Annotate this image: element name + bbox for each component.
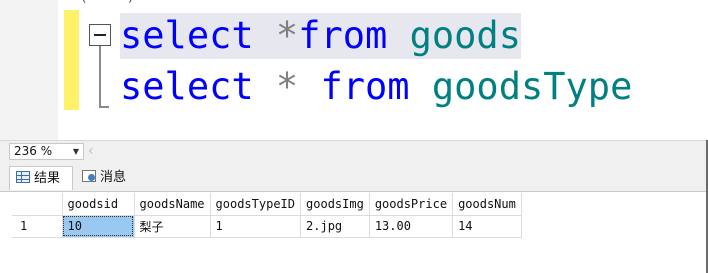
table-cell[interactable]: 1 [210, 215, 302, 238]
table-row[interactable]: 1 10 梨子 1 2.jpg 13.00 14 [12, 215, 522, 238]
table-cell[interactable]: 14 [452, 215, 522, 238]
grid-corner[interactable] [12, 193, 63, 216]
results-tab-strip: 结果 消息 [0, 163, 708, 192]
table-cell[interactable]: 13.00 [369, 215, 454, 238]
tab-results-label: 结果 [34, 171, 61, 186]
unsaved-change-bar [64, 10, 79, 110]
scroll-left-icon[interactable]: ‹ [88, 142, 94, 160]
zoom-value: 236 % [14, 144, 53, 158]
column-header[interactable]: goodsName [134, 193, 211, 216]
operator: * [253, 65, 321, 108]
tab-messages[interactable]: 消息 [78, 166, 138, 190]
table-cell[interactable]: 2.jpg [300, 215, 370, 238]
column-header[interactable]: goodsPrice [369, 193, 454, 216]
fold-guide-line [99, 46, 101, 108]
results-grid[interactable]: goodsid goodsName goodsTypeID goodsImg g… [12, 193, 522, 238]
code-line-2[interactable]: select * from goodsType [120, 64, 632, 110]
keyword: select [120, 14, 254, 57]
keyword: from [298, 14, 388, 57]
editor-status-bar: 236 % ▼ ‹ [0, 140, 708, 163]
collapse-icon[interactable] [89, 24, 111, 46]
column-header[interactable]: goodsTypeID [210, 193, 302, 216]
code-line-1[interactable]: select *from goods [120, 13, 521, 59]
column-header[interactable]: goodsImg [300, 193, 370, 216]
messages-icon [82, 170, 96, 182]
results-pane: goodsid goodsName goodsTypeID goodsImg g… [0, 192, 708, 273]
table-cell[interactable]: 梨子 [134, 215, 211, 238]
zoom-dropdown[interactable]: 236 % ▼ [9, 143, 84, 160]
table-cell[interactable]: 10 [62, 215, 135, 238]
editor-margin [0, 0, 58, 140]
chevron-down-icon[interactable]: ▼ [73, 144, 79, 159]
column-header[interactable]: goodsid [62, 193, 135, 216]
keyword: select [120, 65, 254, 108]
column-header[interactable]: goodsNum [452, 193, 522, 216]
clipped-previous-line: (—‐—) — ( —— ) —— [0, 0, 708, 6]
sql-editor[interactable]: (—‐—) — ( —— ) —— select *from goods sel… [0, 0, 708, 140]
operator: * [253, 14, 299, 57]
tab-results[interactable]: 结果 [9, 166, 73, 190]
fold-guide-end [99, 106, 109, 108]
identifier: goods [409, 14, 521, 57]
keyword: from [320, 65, 410, 108]
tab-messages-label: 消息 [100, 170, 127, 185]
identifier: goodsType [431, 65, 633, 108]
grid-icon [16, 171, 30, 183]
header-row: goodsid goodsName goodsTypeID goodsImg g… [12, 193, 522, 216]
row-number[interactable]: 1 [12, 215, 63, 238]
